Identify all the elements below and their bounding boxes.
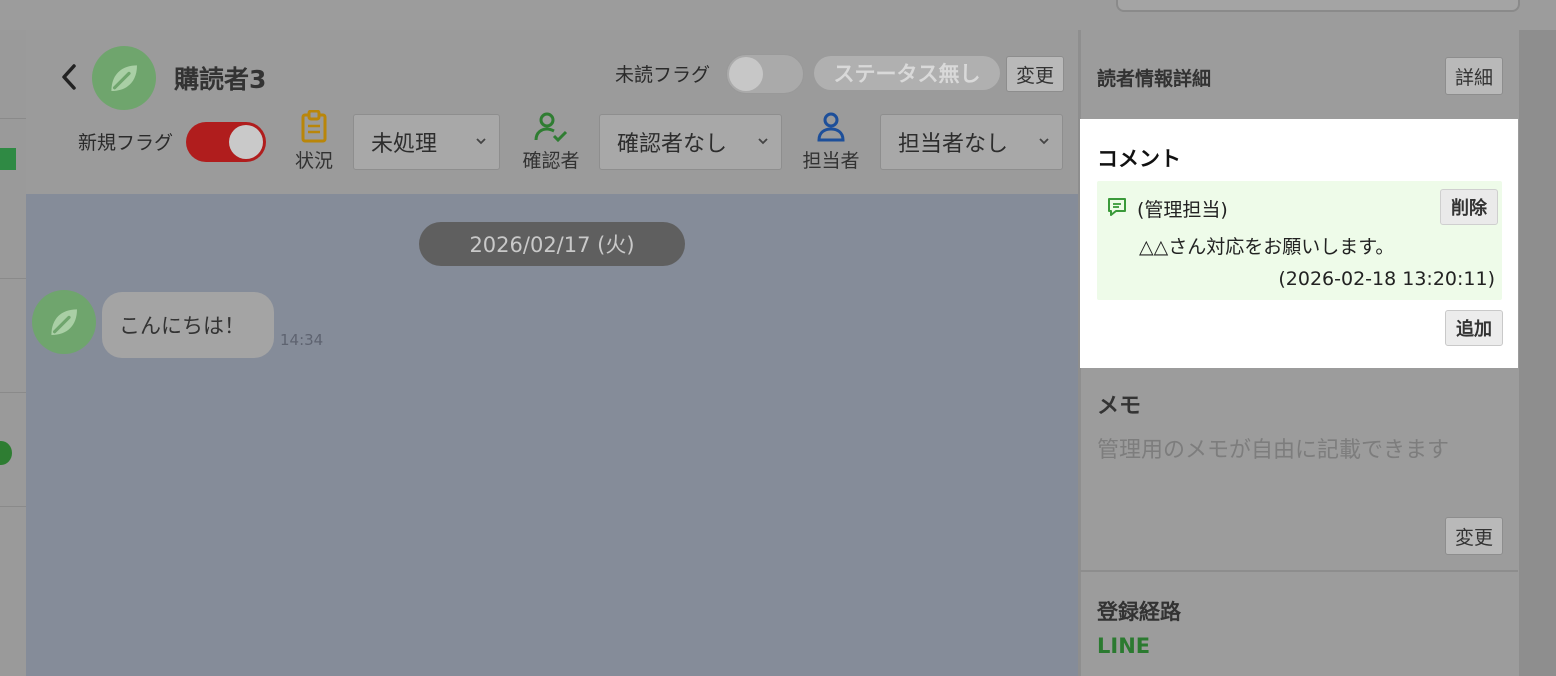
comment-add-button[interactable]: 追加: [1445, 310, 1503, 346]
memo-change-button[interactable]: 変更: [1445, 517, 1503, 555]
user-icon: [817, 112, 845, 142]
list-divider: [0, 278, 26, 279]
comment-icon: [1108, 198, 1126, 216]
new-flag-label: 新規フラグ: [78, 132, 174, 154]
memo-placeholder[interactable]: 管理用のメモが自由に記載できます: [1097, 432, 1449, 464]
comment-item: (管理担当) 削除 △△さん対応をお願いします。 (2026-02-18 13:…: [1097, 181, 1502, 300]
date-separator: 2026/02/17 (火): [419, 222, 685, 266]
list-divider: [0, 506, 26, 507]
comment-timestamp: (2026-02-18 13:20:11): [1278, 268, 1495, 290]
assignee-select[interactable]: 担当者なし: [880, 114, 1063, 170]
status-select[interactable]: 未処理: [353, 114, 500, 170]
top-search-box[interactable]: [1116, 0, 1520, 12]
conversation-list: [0, 30, 26, 676]
new-flag-toggle[interactable]: [186, 122, 266, 162]
detail-button[interactable]: 詳細: [1445, 57, 1503, 95]
status-field-label: 状況: [294, 150, 333, 172]
back-chevron-icon[interactable]: [56, 60, 84, 94]
assignee-select-value: 担当者なし: [898, 132, 1009, 157]
comment-body: △△さん対応をお願いします。: [1139, 236, 1395, 258]
unread-flag-toggle[interactable]: [726, 54, 804, 94]
chevron-down-icon: [758, 138, 768, 145]
message-text: こんにちは！: [119, 314, 245, 338]
comment-delete-button[interactable]: 削除: [1440, 189, 1498, 225]
list-item-badge: [0, 148, 16, 170]
message-avatar-leaf-icon: [32, 290, 96, 354]
list-item-fragment[interactable]: [0, 63, 14, 71]
comment-title: コメント: [1097, 147, 1181, 171]
status-change-button[interactable]: 変更: [1006, 56, 1064, 92]
status-select-value: 未処理: [371, 132, 438, 157]
message-bubble: こんにちは！: [102, 292, 274, 358]
checker-select[interactable]: 確認者なし: [599, 114, 782, 170]
avatar-leaf-icon: [92, 46, 156, 110]
chevron-down-icon: [476, 138, 486, 145]
user-check-icon: [534, 112, 568, 143]
checker-field-label: 確認者: [522, 150, 580, 172]
checker-select-value: 確認者なし: [617, 132, 728, 157]
clipboard-icon: [301, 110, 327, 143]
checker-field: 確認者: [518, 110, 584, 173]
assignee-field-label: 担当者: [802, 150, 860, 172]
panel-title: 読者情報詳細: [1097, 68, 1212, 90]
message-time: 14:34: [280, 331, 324, 349]
status-badge: ステータス無し: [814, 56, 1000, 90]
unread-flag-label: 未読フラグ: [615, 64, 711, 86]
route-value: LINE: [1097, 634, 1151, 658]
list-divider: [0, 118, 26, 119]
comment-section: コメント (管理担当) 削除 △△さん対応をお願いします。 (2026-02-1…: [1080, 119, 1518, 368]
memo-title: メモ: [1097, 394, 1142, 419]
route-title: 登録経路: [1097, 600, 1181, 624]
assignee-field: 担当者: [798, 110, 864, 173]
comment-author: (管理担当): [1137, 199, 1228, 221]
subscriber-name: 購読者3: [174, 65, 267, 94]
section-divider: [1080, 570, 1518, 572]
chevron-down-icon: [1039, 138, 1049, 145]
chat-area: [26, 194, 1078, 676]
list-divider: [0, 392, 26, 393]
status-field: 状況: [291, 110, 337, 173]
